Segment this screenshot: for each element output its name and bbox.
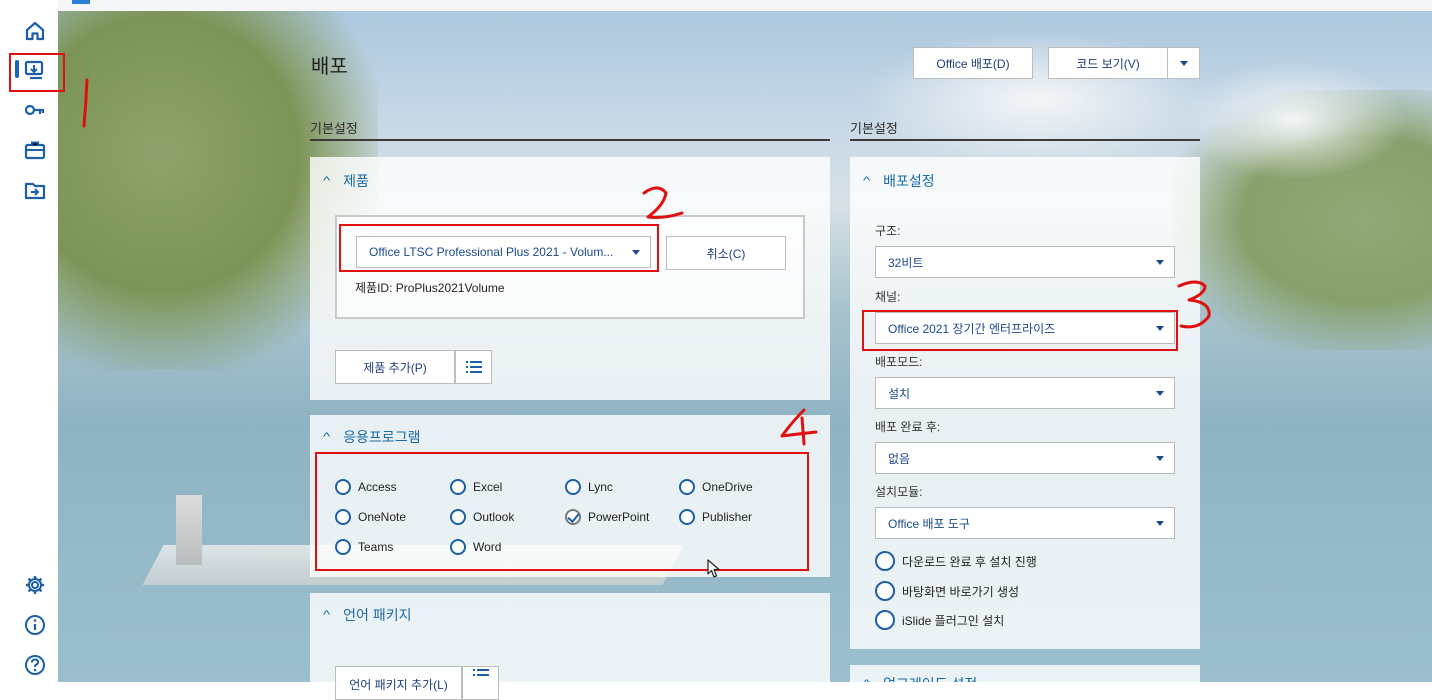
option-label: 다운로드 완료 후 설치 진행 (902, 554, 1037, 569)
chevron-up-icon: ^ (322, 431, 331, 443)
nav-about-button[interactable] (17, 608, 53, 644)
gear-icon (26, 576, 44, 594)
mode-label: 배포모드: (875, 355, 923, 369)
cancel-product-button[interactable]: 취소(C) (666, 236, 786, 270)
info-icon (25, 615, 45, 635)
chevron-down-icon (1156, 260, 1164, 265)
home-icon (25, 21, 45, 41)
office-deploy-button[interactable]: Office 배포(D) (913, 47, 1033, 79)
apps-card-heading: 응용프로그램 (343, 429, 421, 445)
nav-rail (0, 0, 58, 682)
key-icon (24, 104, 45, 116)
arch-select-value: 32비트 (888, 255, 924, 270)
add-language-button[interactable]: 언어 패키지 추가(L) (335, 666, 462, 700)
list-icon (472, 669, 489, 676)
page-title: 배포 (311, 56, 348, 78)
chevron-up-icon: ^ (322, 609, 331, 621)
radio-circle-icon (875, 551, 895, 571)
mode-select-value: 설치 (888, 386, 911, 401)
arch-label: 구조: (875, 224, 901, 238)
product-id-text: 제품ID: ProPlus2021Volume (355, 281, 505, 295)
chevron-up-icon: ^ (863, 678, 870, 682)
right-section-divider (850, 139, 1200, 141)
nav-import-button[interactable] (17, 173, 53, 209)
module-label: 설치모듈: (875, 485, 923, 499)
option-label: iSlide 플러그인 설치 (902, 613, 1005, 628)
chevron-down-icon (1156, 521, 1164, 526)
view-code-dropdown-button[interactable] (1167, 47, 1200, 79)
nav-settings-button[interactable] (17, 568, 53, 604)
deploy-settings-header[interactable]: ^ 배포설정 (862, 171, 935, 191)
nav-help-button[interactable] (17, 648, 53, 684)
product-list-button[interactable] (455, 350, 492, 384)
option-desktop-shortcut[interactable]: 바탕화면 바로가기 생성 (875, 581, 1019, 601)
module-select-value: Office 배포 도구 (888, 516, 970, 531)
upgrade-settings-card: ^ 업그레이드 설정 (850, 665, 1200, 682)
nav-home-button[interactable] (17, 14, 53, 50)
toolbox-icon (24, 141, 46, 160)
mouse-cursor-icon (707, 559, 720, 578)
option-label: 바탕화면 바로가기 생성 (902, 584, 1020, 599)
chevron-down-icon (1156, 391, 1164, 396)
language-card-heading: 언어 패키지 (343, 607, 412, 623)
add-product-button[interactable]: 제품 추가(P) (335, 350, 455, 384)
nav-toolbox-button[interactable] (17, 133, 53, 169)
handwritten-mark-2 (642, 186, 684, 219)
language-list-button[interactable] (462, 666, 499, 700)
annotation-box-1 (9, 53, 65, 92)
product-card: ^ 제품 Office LTSC Professional Plus 2021 … (310, 157, 830, 400)
after-deploy-label: 배포 완료 후: (875, 420, 941, 434)
chevron-up-icon: ^ (322, 175, 331, 187)
option-islide-plugin[interactable]: iSlide 플러그인 설치 (875, 610, 1004, 630)
nav-activation-button[interactable] (17, 93, 53, 129)
annotation-box-2 (339, 224, 659, 272)
view-code-button[interactable]: 코드 보기(V) (1048, 47, 1168, 79)
product-card-header[interactable]: ^ 제품 (322, 171, 369, 191)
language-card-header[interactable]: ^ 언어 패키지 (322, 605, 412, 625)
language-card: ^ 언어 패키지 언어 패키지 추가(L) (310, 593, 830, 700)
deploy-settings-card: ^ 배포설정 구조: 32비트 채널: Office 2021 장기간 엔터프라… (850, 157, 1200, 649)
left-section-divider (310, 139, 830, 141)
left-section-title: 기본설정 (310, 121, 358, 136)
mode-select[interactable]: 설치 (875, 377, 1175, 409)
help-icon (25, 655, 45, 675)
apps-card-header[interactable]: ^ 응용프로그램 (322, 427, 421, 447)
right-section-title: 기본설정 (850, 121, 898, 136)
radio-circle-icon (875, 581, 895, 601)
option-install-after-download[interactable]: 다운로드 완료 후 설치 진행 (875, 551, 1037, 571)
upgrade-settings-header[interactable]: ^ 업그레이드 설정 (863, 674, 977, 682)
handwritten-mark-3 (1177, 280, 1211, 329)
upgrade-settings-heading: 업그레이드 설정 (883, 674, 977, 682)
annotation-box-4 (315, 452, 809, 571)
folder-import-icon (24, 182, 46, 200)
chevron-up-icon: ^ (862, 175, 871, 187)
list-icon (465, 361, 482, 373)
radio-circle-icon (875, 610, 895, 630)
title-strip (58, 0, 1432, 11)
arch-select[interactable]: 32비트 (875, 246, 1175, 278)
deploy-settings-heading: 배포설정 (883, 173, 935, 189)
product-card-heading: 제품 (343, 173, 369, 189)
chevron-down-icon (1156, 456, 1164, 461)
handwritten-mark-1 (82, 78, 89, 128)
after-deploy-select-value: 없음 (888, 451, 911, 466)
module-select[interactable]: Office 배포 도구 (875, 507, 1175, 539)
chevron-down-icon (1179, 60, 1188, 66)
handwritten-mark-4 (780, 408, 818, 446)
channel-label: 채널: (875, 290, 901, 304)
after-deploy-select[interactable]: 없음 (875, 442, 1175, 474)
annotation-box-3 (862, 310, 1178, 351)
